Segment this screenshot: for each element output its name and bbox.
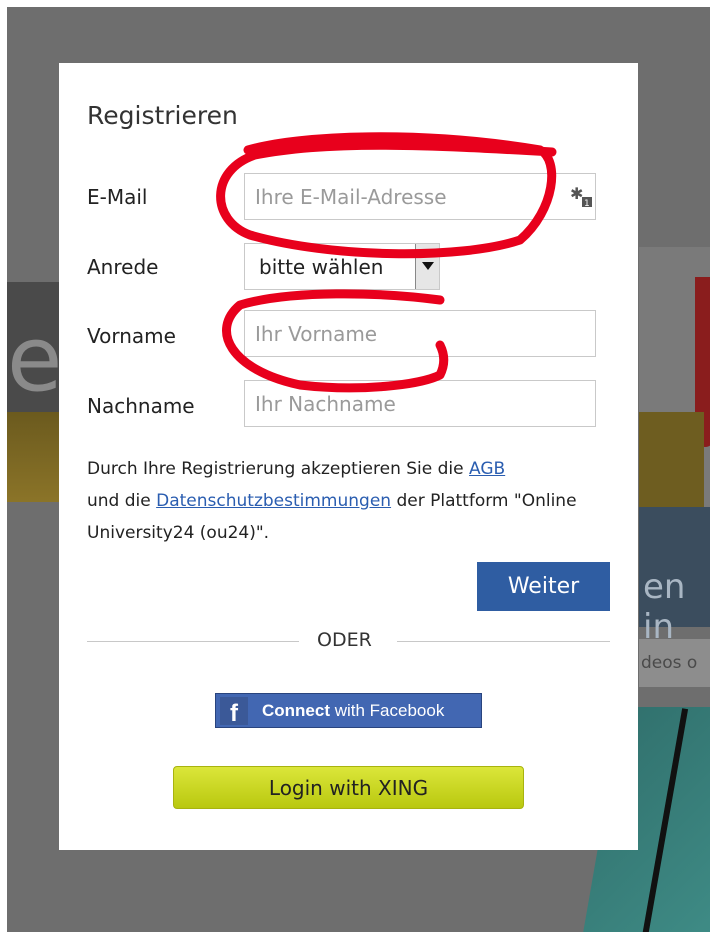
firstname-input[interactable] [244,310,596,357]
lastname-input[interactable] [244,380,596,427]
lastname-label: Nachname [87,394,195,418]
continue-button[interactable]: Weiter [477,562,610,611]
facebook-button-label-bold: Connect [262,701,330,720]
registration-modal: Registrieren E-Mail ✱ 1 Anrede bitte wäh… [59,63,638,850]
xing-login-button[interactable]: Login with XING [173,766,524,809]
email-label: E-Mail [87,185,148,209]
background-gold-banner-right [639,412,704,507]
email-input[interactable] [244,173,596,220]
divider-left [87,641,299,642]
facebook-connect-button[interactable]: f Connect with Facebook [215,693,482,728]
facebook-icon: f [220,697,248,727]
background-gold-banner-left [7,412,59,502]
salutation-select[interactable]: bitte wählen [244,243,440,290]
divider-right [397,641,610,642]
firstname-label: Vorname [87,324,176,348]
modal-title: Registrieren [87,101,238,130]
password-manager-key-icon[interactable]: ✱ 1 [566,183,596,213]
agb-link[interactable]: AGB [469,459,505,479]
terms-text: Durch Ihre Registrierung akzeptieren Sie… [87,453,607,549]
salutation-selected-value: bitte wählen [259,255,384,279]
privacy-link[interactable]: Datenschutzbestimmungen [156,491,391,511]
divider-label: ODER [317,629,372,651]
background-heading: en in [643,567,686,647]
terms-text-part2: und die [87,491,157,511]
svg-text:✱: ✱ [570,184,583,203]
salutation-label: Anrede [87,255,159,279]
svg-text:1: 1 [584,199,590,209]
chevron-down-icon[interactable] [415,244,439,289]
terms-text-part1: Durch Ihre Registrierung akzeptieren Sie… [87,459,470,479]
facebook-button-label-rest: with Facebook [330,701,445,720]
background-logo-letter: e [7,307,63,412]
background-search-text: deos o [641,653,698,673]
facebook-button-label: Connect with Facebook [262,701,444,721]
